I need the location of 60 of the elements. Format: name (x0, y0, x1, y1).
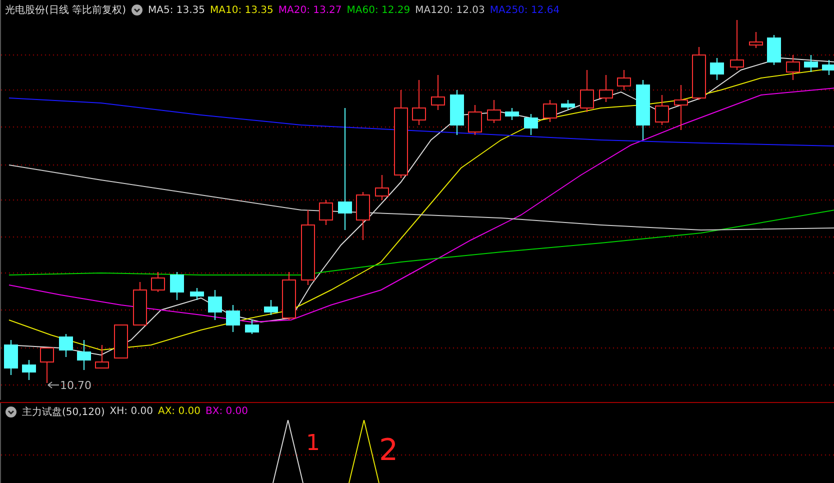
candlestick (767, 34, 781, 66)
candlestick (468, 104, 482, 136)
candlestick (524, 114, 538, 136)
candlestick (190, 288, 204, 300)
annotation-number: 2 (379, 433, 398, 468)
chart-title: 光电股份(日线 等比前复权) (5, 4, 126, 17)
candlestick (580, 70, 594, 112)
candlestick (282, 272, 296, 320)
candlestick (4, 340, 18, 376)
candlestick (264, 300, 278, 316)
candlestick (487, 100, 501, 124)
indicator-line (348, 420, 380, 483)
candlestick (77, 340, 91, 370)
candlestick (786, 54, 800, 80)
candlestick (505, 108, 519, 120)
candlestick (692, 46, 706, 100)
legend-label: XH: 0.00 (110, 406, 153, 417)
candlestick (170, 272, 184, 300)
candlestick (710, 58, 724, 80)
dropdown-icon[interactable] (130, 4, 143, 16)
candlestick (749, 32, 763, 48)
legend-label: MA250: 12.64 (490, 4, 560, 16)
candlestick (636, 80, 650, 140)
candlestick (356, 192, 370, 240)
indicator-line (272, 420, 304, 483)
candlestick (226, 304, 240, 332)
candlestick (655, 94, 669, 126)
candlestick (431, 74, 445, 110)
candlestick (245, 320, 259, 334)
candlestick (543, 100, 557, 122)
candlestick (208, 290, 222, 320)
annotation-number: 1 (306, 431, 320, 456)
candlestick (59, 334, 73, 358)
candlestick (674, 84, 688, 130)
legend-label: MA5: 13.35 (148, 4, 205, 16)
candlestick (40, 348, 54, 384)
candlestick (22, 360, 36, 380)
legend-label: AX: 0.00 (158, 406, 200, 417)
candlestick (319, 200, 333, 226)
legend-label: MA60: 12.29 (346, 4, 410, 16)
legend-label: MA120: 12.03 (415, 4, 485, 16)
legend-label: MA20: 13.27 (278, 4, 342, 16)
legend-label: BX: 0.00 (206, 406, 248, 417)
low-price-label: 10.70 (48, 379, 92, 392)
candlestick (95, 344, 109, 368)
candlestick (114, 324, 128, 358)
candlestick (450, 90, 464, 136)
candlestick (599, 74, 613, 102)
candlestick (133, 282, 147, 326)
candlestick (730, 20, 744, 70)
candlestick (804, 54, 818, 72)
candlestick (151, 272, 165, 292)
candlestick (822, 60, 834, 76)
candlestick (375, 174, 389, 200)
dropdown-icon[interactable] (5, 406, 17, 418)
candlestick (617, 70, 631, 90)
candlestick (412, 80, 426, 126)
indicator-title: 主力试盘(50,120) (22, 406, 105, 418)
candlestick (561, 100, 575, 110)
legend-label: MA10: 13.35 (210, 4, 274, 16)
